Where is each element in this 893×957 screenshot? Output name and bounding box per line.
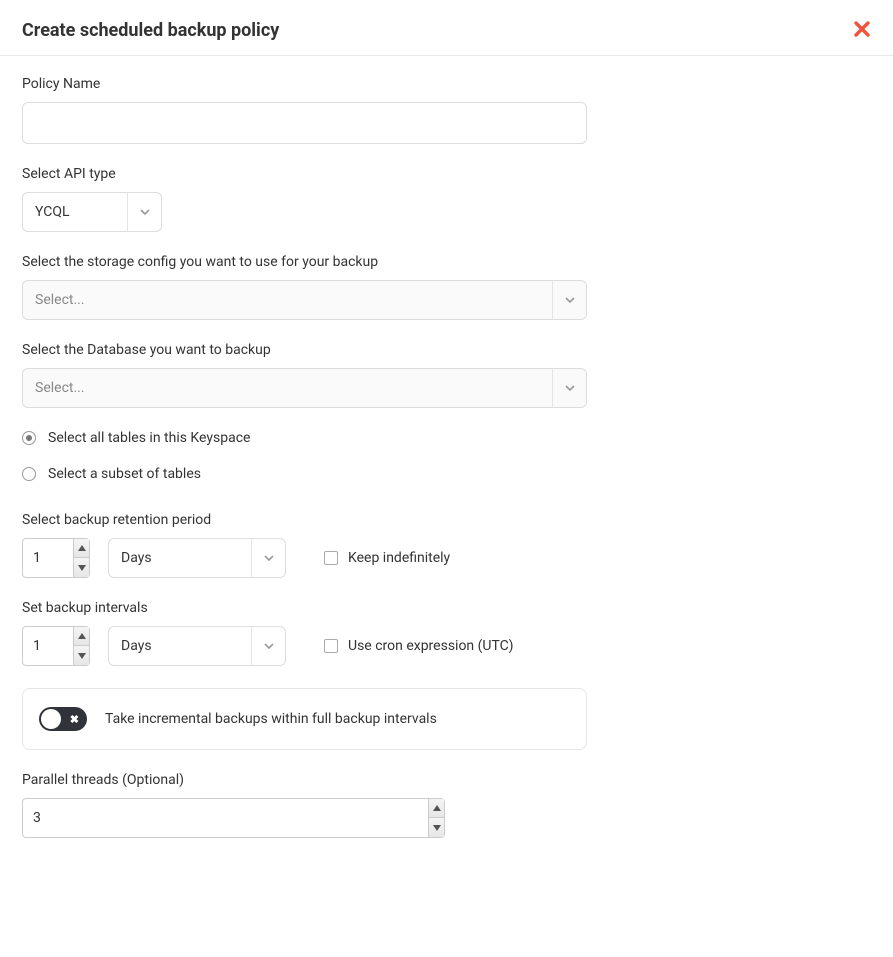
api-type-value: YCQL <box>23 193 127 231</box>
spinner-down-icon[interactable] <box>74 646 89 665</box>
retention-unit-value: Days <box>109 539 251 577</box>
chevron-down-icon <box>251 627 285 665</box>
parallel-group: Parallel threads (Optional) 3 <box>22 772 618 838</box>
dialog-title: Create scheduled backup policy <box>22 20 279 41</box>
radio-all-label: Select all tables in this Keyspace <box>48 430 250 446</box>
intervals-value: 1 <box>23 627 73 665</box>
close-icon: ✖ <box>70 714 79 725</box>
database-select[interactable]: Select... <box>22 368 587 408</box>
keep-indefinitely-checkbox[interactable]: Keep indefinitely <box>324 550 450 566</box>
intervals-label: Set backup intervals <box>22 600 618 616</box>
intervals-group: Set backup intervals 1 Days Use cron exp… <box>22 600 618 666</box>
dialog-body: Policy Name Select API type YCQL Select … <box>0 56 640 880</box>
parallel-label: Parallel threads (Optional) <box>22 772 618 788</box>
radio-subset-tables[interactable]: Select a subset of tables <box>22 466 618 482</box>
radio-all-tables[interactable]: Select all tables in this Keyspace <box>22 430 618 446</box>
intervals-unit-value: Days <box>109 627 251 665</box>
spinner-buttons <box>428 799 444 837</box>
radio-subset-label: Select a subset of tables <box>48 466 201 482</box>
radio-icon <box>22 431 36 445</box>
storage-config-select[interactable]: Select... <box>22 280 587 320</box>
use-cron-checkbox[interactable]: Use cron expression (UTC) <box>324 638 513 654</box>
database-label: Select the Database you want to backup <box>22 342 618 358</box>
api-type-select[interactable]: YCQL <box>22 192 162 232</box>
chevron-down-icon <box>552 281 586 319</box>
close-icon[interactable] <box>853 20 871 41</box>
policy-name-group: Policy Name <box>22 76 618 144</box>
intervals-value-stepper[interactable]: 1 <box>22 626 90 666</box>
retention-value: 1 <box>23 539 73 577</box>
toggle-knob <box>41 709 61 729</box>
keep-indefinitely-label: Keep indefinitely <box>348 550 450 566</box>
storage-config-placeholder: Select... <box>23 281 552 319</box>
policy-name-input[interactable] <box>22 102 587 144</box>
parallel-threads-stepper[interactable]: 3 <box>22 798 445 838</box>
spinner-down-icon[interactable] <box>74 558 89 577</box>
retention-label: Select backup retention period <box>22 512 618 528</box>
api-type-group: Select API type YCQL <box>22 166 618 232</box>
parallel-value: 3 <box>23 799 428 837</box>
spinner-buttons <box>73 627 89 665</box>
radio-icon <box>22 467 36 481</box>
policy-name-label: Policy Name <box>22 76 618 92</box>
tables-radio-group: Select all tables in this Keyspace Selec… <box>22 430 618 482</box>
chevron-down-icon <box>251 539 285 577</box>
use-cron-label: Use cron expression (UTC) <box>348 638 513 654</box>
retention-group: Select backup retention period 1 Days Ke… <box>22 512 618 578</box>
spinner-down-icon[interactable] <box>429 818 444 837</box>
retention-unit-select[interactable]: Days <box>108 538 286 578</box>
spinner-up-icon[interactable] <box>74 627 89 646</box>
chevron-down-icon <box>552 369 586 407</box>
spinner-up-icon[interactable] <box>429 799 444 818</box>
checkbox-icon <box>324 639 338 653</box>
incremental-label: Take incremental backups within full bac… <box>105 711 437 727</box>
intervals-unit-select[interactable]: Days <box>108 626 286 666</box>
database-group: Select the Database you want to backup S… <box>22 342 618 408</box>
spinner-buttons <box>73 539 89 577</box>
database-placeholder: Select... <box>23 369 552 407</box>
incremental-panel: ✖ Take incremental backups within full b… <box>22 688 587 750</box>
storage-config-label: Select the storage config you want to us… <box>22 254 618 270</box>
spinner-up-icon[interactable] <box>74 539 89 558</box>
incremental-toggle[interactable]: ✖ <box>39 707 87 731</box>
storage-config-group: Select the storage config you want to us… <box>22 254 618 320</box>
chevron-down-icon <box>127 193 161 231</box>
checkbox-icon <box>324 551 338 565</box>
dialog-header: Create scheduled backup policy <box>0 0 893 56</box>
api-type-label: Select API type <box>22 166 618 182</box>
retention-value-stepper[interactable]: 1 <box>22 538 90 578</box>
